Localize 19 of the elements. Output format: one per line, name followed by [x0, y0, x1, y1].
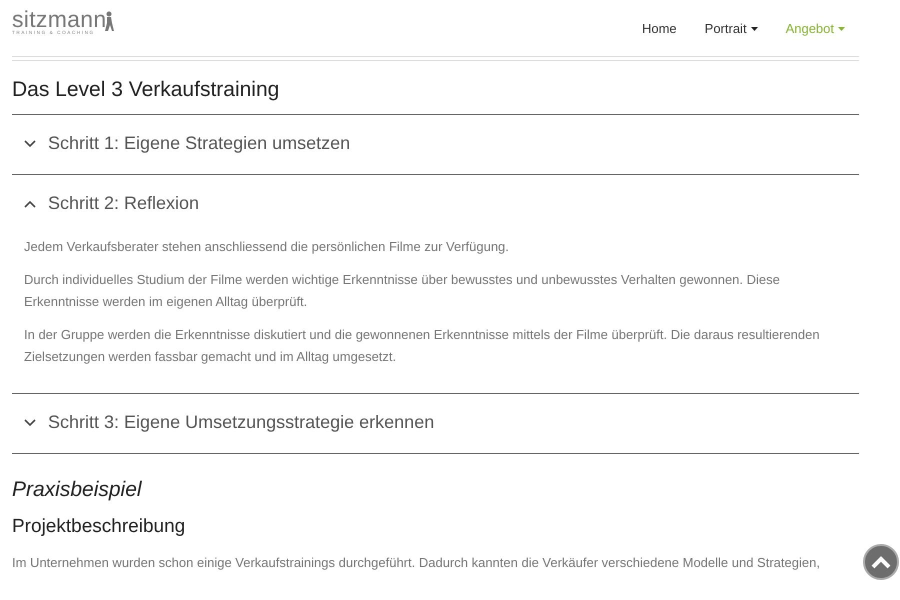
paragraph: In der Gruppe werden die Erkenntnisse diskutiert und die gewonnenen Erkenntnisse mittels der Filme überprüft. Die daraus resultierenden Zielsetzungen werden fassbar gemacht und im Alltag umgesetzt.	[24, 326, 821, 366]
subsection-title: Projektbeschreibung	[12, 516, 186, 538]
nav-link[interactable]: Portrait	[704, 21, 758, 36]
accordion-header[interactable]: Schritt 1: Eigene Strategien umsetzen	[12, 115, 859, 174]
logo-name: sitzmann	[12, 8, 106, 30]
accordion-header[interactable]: Schritt 2: Reflexion	[12, 175, 859, 234]
paragraph: Durch individuelles Studium der Filme werden wichtige Erkenntnisse über bewusstes und unbewusstes Verhalten gewonnen. Diese Erkenntnisse werden im eigenen Alltag überprüft.	[24, 271, 781, 311]
paragraph: Im Unternehmen wurden schon einige Verkaufstrainings durchgeführt. Dadurch kannten die Verkäufer verschiedene Modelle und Strategien,	[12, 554, 820, 572]
chevron-down-icon	[24, 418, 36, 426]
section-title: Praxisbeispiel	[12, 478, 143, 502]
scroll-top-button[interactable]	[863, 544, 899, 580]
page-title: Das Level 3 Verkaufstraining	[12, 78, 280, 102]
accordion-header[interactable]: Schritt 3: Eigene Umsetzungsstrategie erkennen	[12, 394, 859, 453]
nav-link[interactable]: Home	[642, 21, 677, 36]
chevron-down-icon	[24, 140, 36, 148]
chevron-up-icon	[871, 556, 891, 568]
chevron-up-icon	[24, 200, 36, 208]
paragraph: Jedem Verkaufsberater stehen anschliessend die persönlichen Filme zur Verfügung.	[24, 238, 510, 256]
runner-icon	[103, 11, 116, 33]
